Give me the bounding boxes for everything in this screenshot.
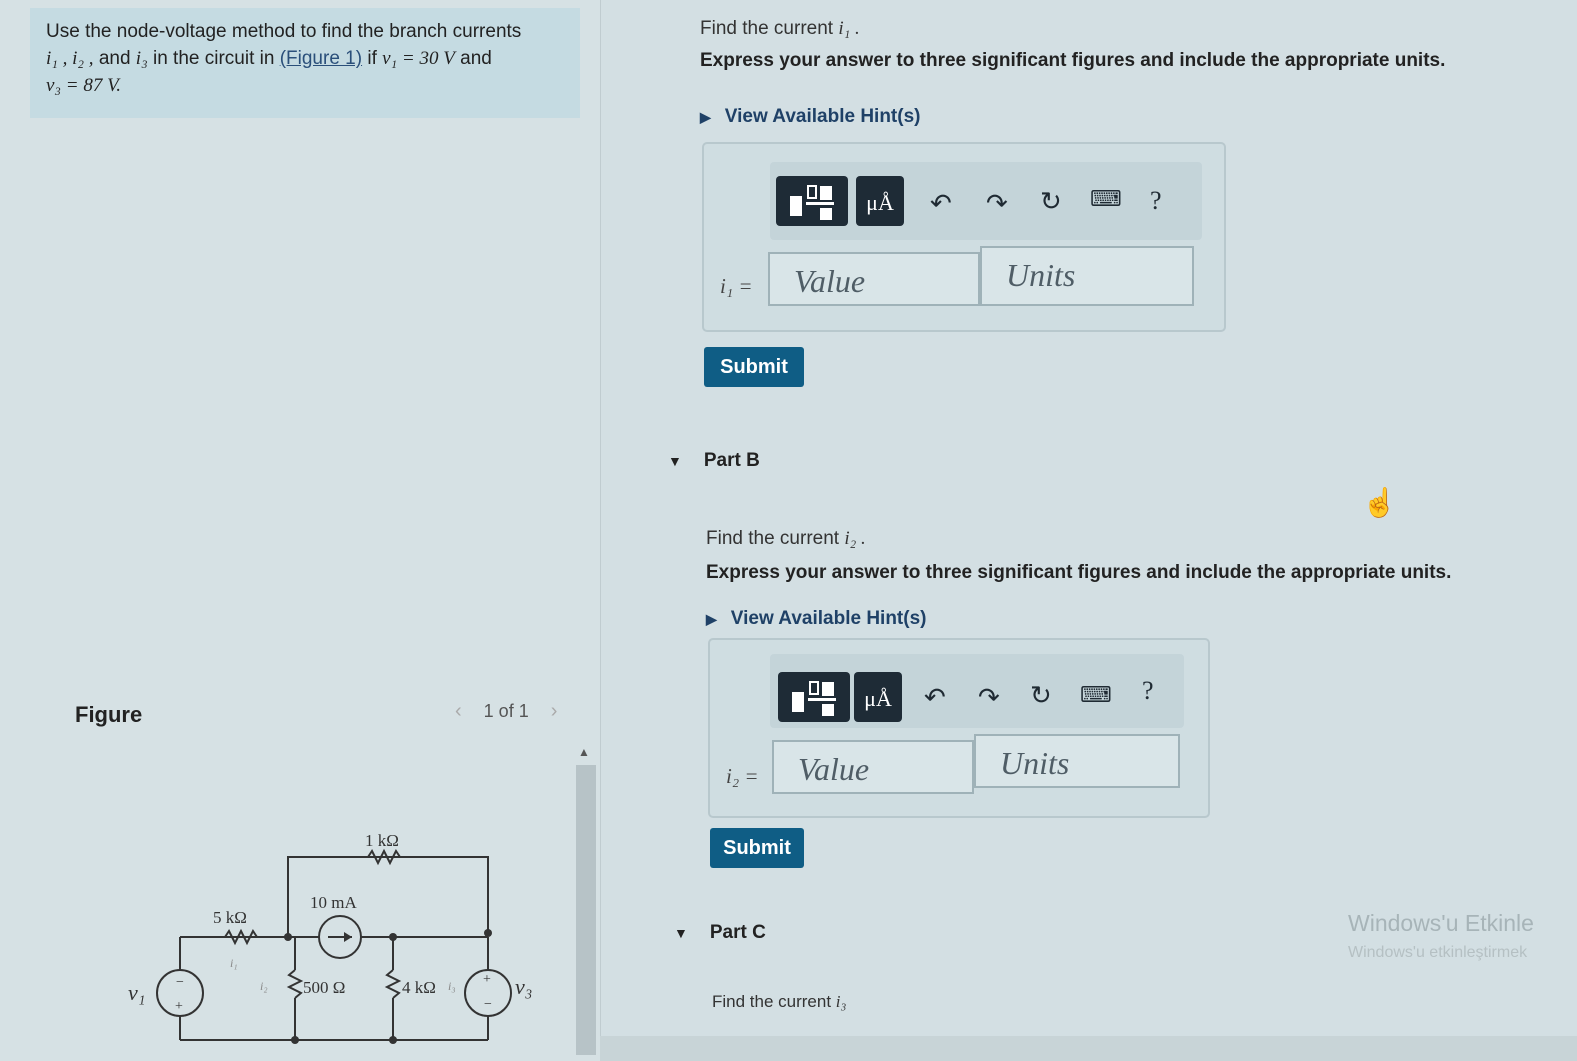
windows-activation-subtitle: Windows'u etkinleştirmek	[1348, 944, 1528, 961]
problem-text: if	[367, 48, 377, 69]
partA-toolbar: μÅ ↶ ↷ ↻ ⌨ ?	[770, 162, 1202, 240]
partA-var-label: i₁ =	[720, 274, 753, 298]
v1-minus: −	[176, 975, 184, 990]
problem-line-3: v₃ = 87 V.	[46, 72, 564, 99]
label-i1: i₁	[230, 956, 238, 970]
hand-cursor-icon: ☝	[1362, 487, 1397, 518]
partB-toolbar: μÅ ↶ ↷ ↻ ⌨ ?	[770, 654, 1184, 728]
resistor-500	[286, 969, 304, 999]
partA-submit-button[interactable]: Submit	[704, 347, 804, 387]
partB-answer-box: μÅ ↶ ↷ ↻ ⌨ ? i₂ = Value Units	[708, 638, 1210, 818]
partB-instruction: Express your answer to three significant…	[706, 562, 1452, 583]
v3-value: v₃ = 87 V.	[46, 75, 122, 96]
figure-link[interactable]: (Figure 1)	[280, 48, 362, 69]
v3-minus: −	[484, 997, 492, 1012]
help-icon[interactable]: ?	[1150, 186, 1162, 216]
redo-icon[interactable]: ↷	[978, 682, 1000, 713]
partB-submit-button[interactable]: Submit	[710, 828, 804, 868]
label-v1: v₁	[128, 980, 145, 1005]
v1-plus: +	[175, 999, 183, 1014]
keyboard-icon[interactable]: ⌨	[1080, 682, 1112, 708]
label-500: 500 Ω	[303, 978, 345, 997]
current-i3-var: i₃	[135, 48, 148, 69]
partA-hint-toggle[interactable]: ▶ View Available Hint(s)	[700, 106, 920, 128]
partC-heading[interactable]: ▼ Part C	[674, 922, 766, 944]
partB-question: Find the current i₂ .	[706, 528, 866, 550]
question-var: i₂ .	[844, 528, 866, 549]
partA-instruction: Express your answer to three significant…	[700, 50, 1446, 71]
undo-icon[interactable]: ↶	[930, 188, 952, 219]
taskbar-strip	[600, 1036, 1577, 1061]
partA-units-input[interactable]: Units	[980, 246, 1194, 306]
question-text: Find the current	[706, 528, 840, 549]
problem-line-2: i₁ , i₂ , and i₃ in the circuit in (Figu…	[46, 45, 564, 72]
partB-var-label: i₂ =	[726, 764, 759, 788]
question-var: i₃	[835, 992, 847, 1011]
problem-statement: Use the node-voltage method to find the …	[30, 8, 580, 118]
question-var: i₁ .	[838, 18, 860, 39]
hint-label: View Available Hint(s)	[730, 608, 927, 629]
problem-text: Use the node-voltage method to find the …	[46, 21, 522, 42]
template-icon[interactable]	[778, 672, 850, 722]
partA-question: Find the current i₁ .	[700, 18, 860, 40]
left-panel: Use the node-voltage method to find the …	[0, 0, 600, 1061]
problem-text: and	[460, 48, 492, 69]
circuit-diagram: 1 kΩ 10 mA 5 kΩ v₁ 500 Ω 4 kΩ v₃ i₁ i₂ i…	[128, 831, 532, 1044]
partA-value-input[interactable]: Value	[768, 252, 980, 306]
problem-text: in the circuit in	[152, 48, 275, 69]
v1-value: v₁ = 30 V	[382, 48, 455, 69]
partB-value-input[interactable]: Value	[772, 740, 974, 794]
reset-icon[interactable]: ↻	[1030, 680, 1052, 711]
panel-divider	[600, 0, 601, 1061]
partC-question: Find the current i₃	[712, 992, 846, 1012]
currents-vars: i₁ , i₂ ,	[46, 48, 94, 69]
label-4k: 4 kΩ	[402, 978, 436, 997]
triangle-down-icon: ▼	[674, 925, 688, 941]
partA-answer-box: μÅ ↶ ↷ ↻ ⌨ ? i₁ = Value Units	[702, 142, 1226, 332]
figure-scrollbar[interactable]	[576, 765, 596, 1055]
prev-figure-button[interactable]: ‹	[455, 700, 462, 723]
undo-icon[interactable]: ↶	[924, 682, 946, 713]
v3-plus: +	[483, 972, 491, 987]
figure-label: Figure	[75, 702, 143, 727]
figure-pager: ‹ 1 of 1 ›	[455, 700, 557, 723]
redo-icon[interactable]: ↷	[986, 188, 1008, 219]
problem-line-1: Use the node-voltage method to find the …	[46, 18, 564, 45]
triangle-down-icon: ▼	[668, 453, 682, 469]
partB-heading[interactable]: ▼ Part B	[668, 450, 760, 472]
keyboard-icon[interactable]: ⌨	[1090, 186, 1122, 212]
label-v3: v₃	[515, 974, 532, 999]
partB-hint-toggle[interactable]: ▶ View Available Hint(s)	[706, 608, 926, 630]
question-text: Find the current	[700, 18, 834, 39]
label-i3: i₃	[448, 979, 456, 993]
part-title: Part B	[703, 450, 760, 471]
triangle-right-icon: ▶	[706, 610, 717, 627]
partB-units-input[interactable]: Units	[974, 734, 1180, 788]
windows-activation-watermark: Windows'u Etkinle	[1348, 910, 1534, 936]
resistor-4k	[384, 969, 402, 999]
question-text: Find the current	[712, 992, 832, 1011]
problem-text: and	[98, 48, 131, 69]
help-icon[interactable]: ?	[1142, 676, 1154, 706]
units-mu-button[interactable]: μÅ	[854, 672, 902, 722]
figure-page-indicator: 1 of 1	[483, 701, 529, 721]
reset-icon[interactable]: ↻	[1040, 186, 1062, 217]
scroll-up-icon[interactable]: ▲	[578, 745, 590, 759]
triangle-right-icon: ▶	[700, 108, 711, 125]
hint-label: View Available Hint(s)	[724, 106, 921, 127]
units-mu-button[interactable]: μÅ	[856, 176, 904, 226]
next-figure-button[interactable]: ›	[551, 700, 558, 723]
template-icon[interactable]	[776, 176, 848, 226]
label-1k: 1 kΩ	[365, 831, 399, 850]
part-title: Part C	[709, 922, 766, 943]
label-5k: 5 kΩ	[213, 908, 247, 927]
label-i2: i₂	[260, 979, 268, 993]
label-10ma: 10 mA	[310, 893, 357, 912]
